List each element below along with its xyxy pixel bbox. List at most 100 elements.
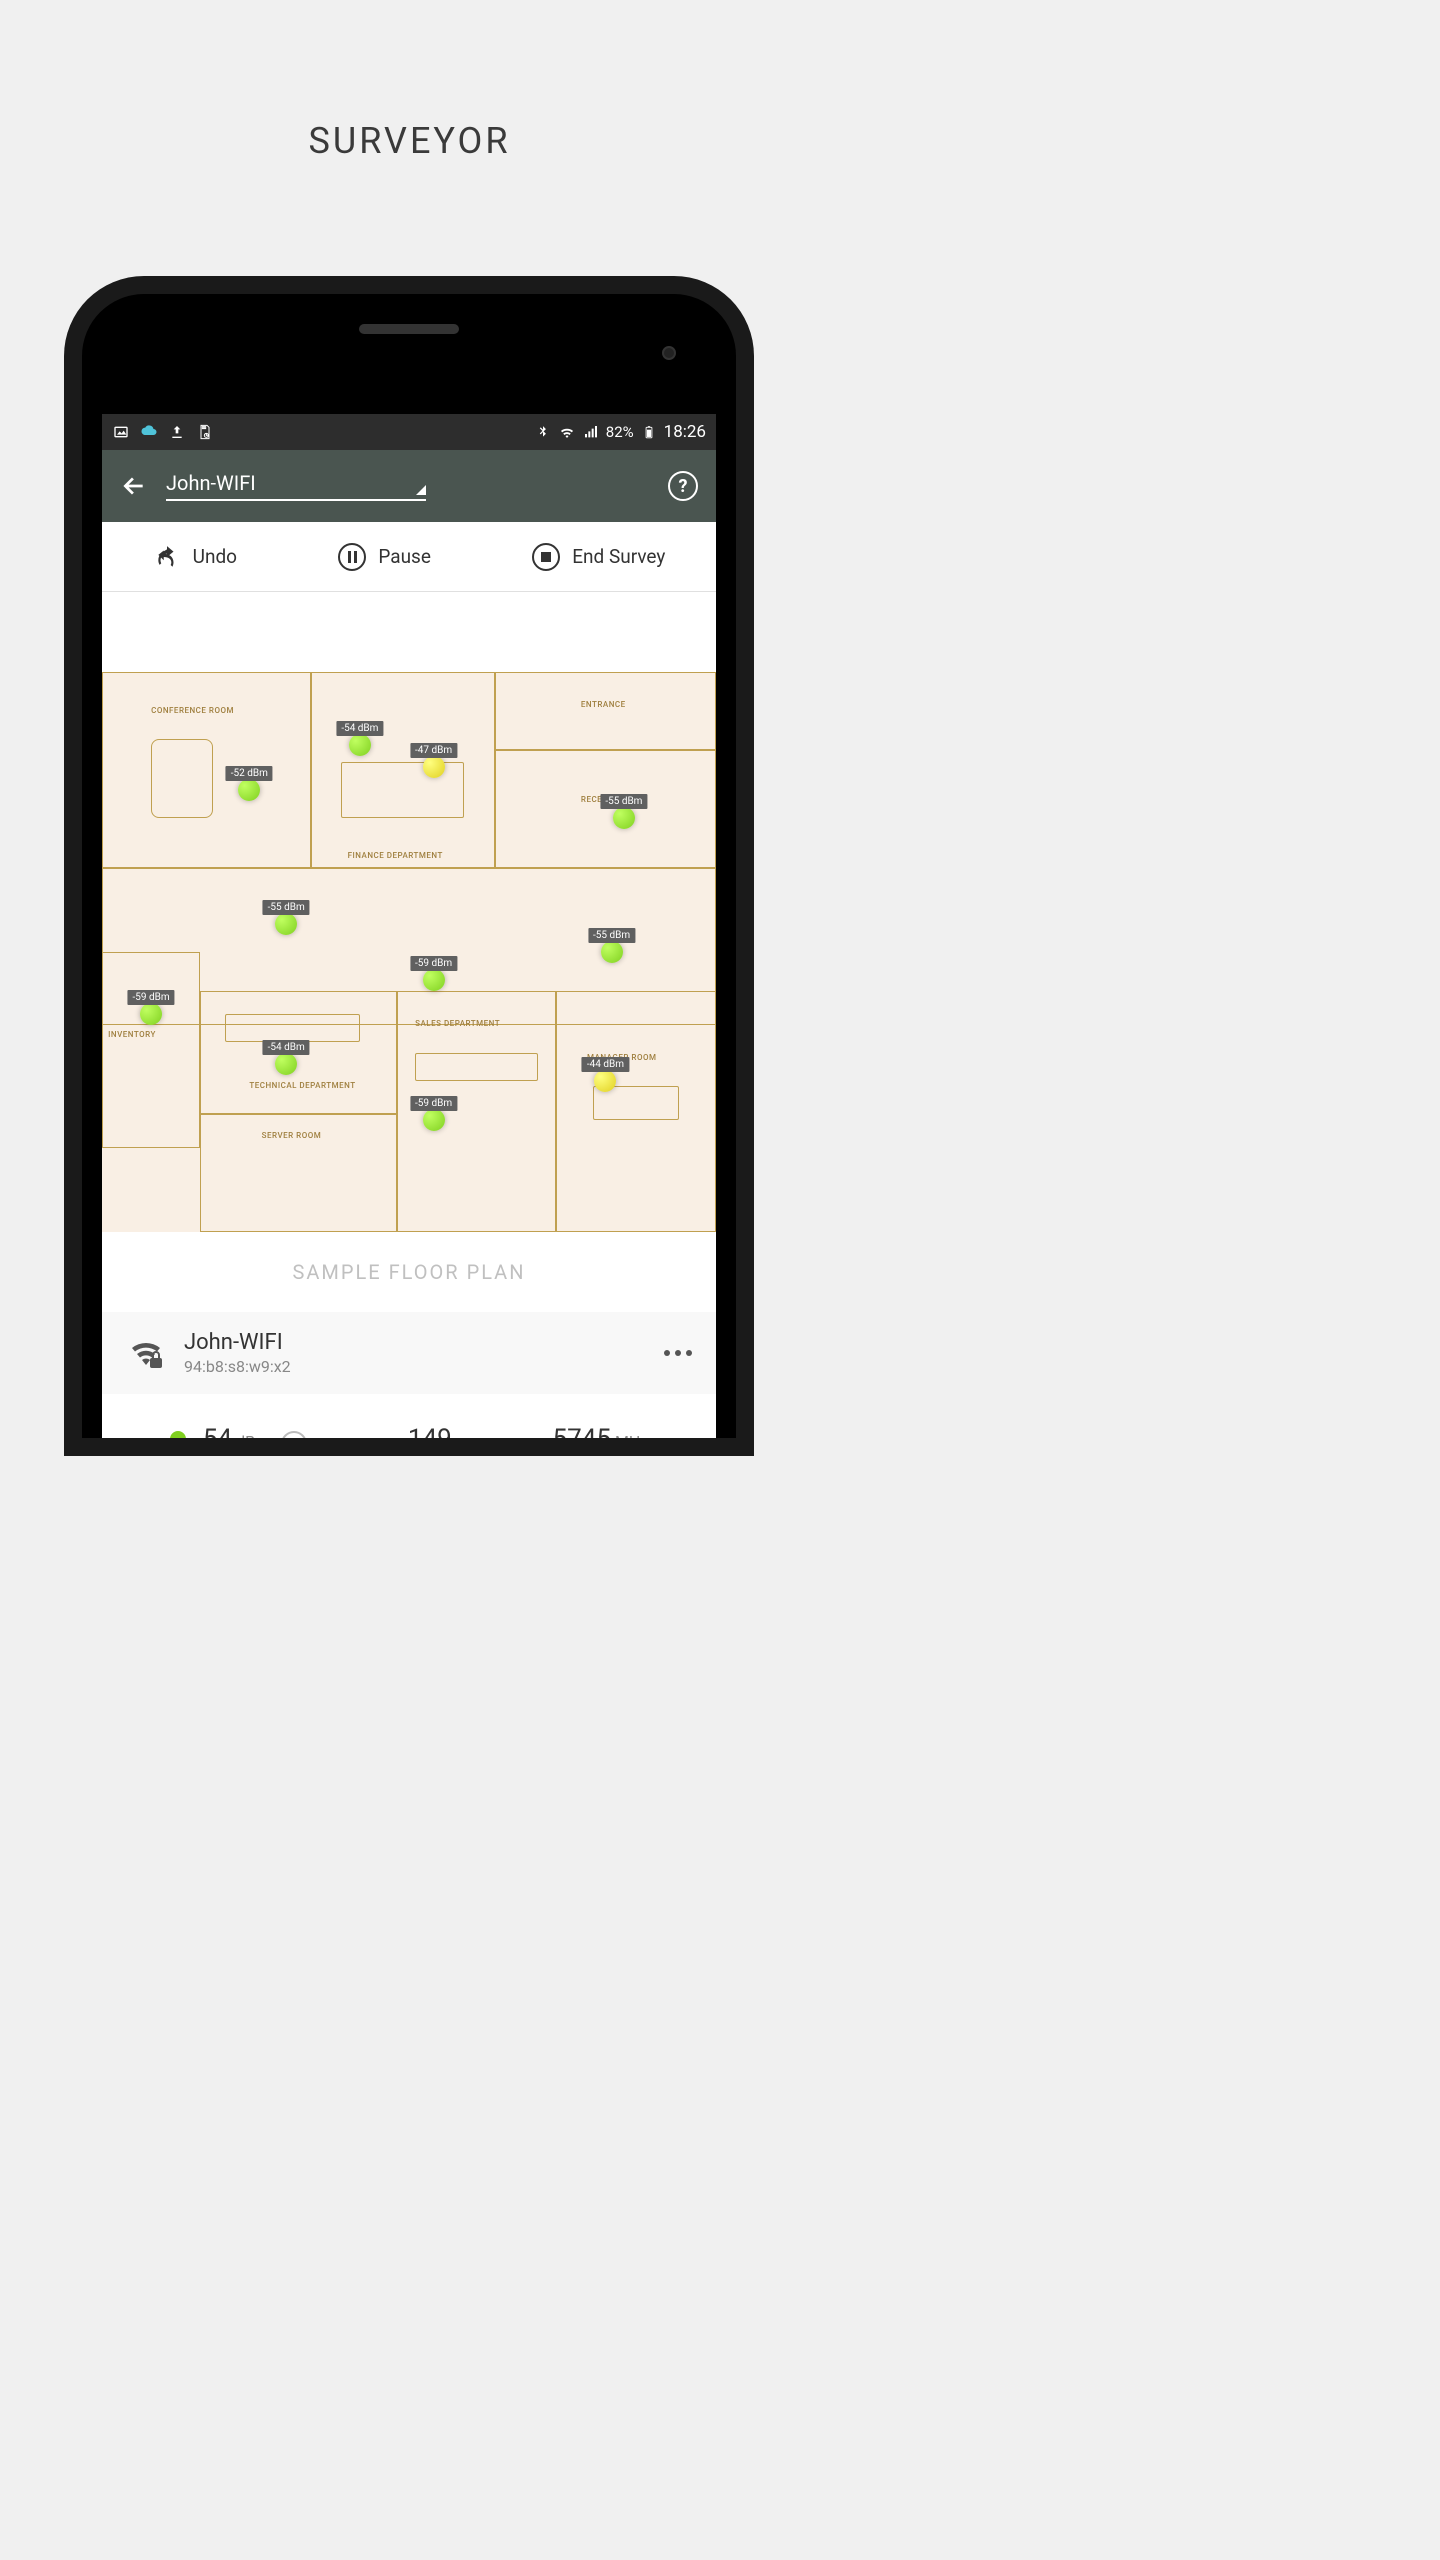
floorplan-caption: SAMPLE FLOOR PLAN — [102, 1232, 716, 1312]
survey-pin[interactable]: -59 dBm — [423, 969, 445, 991]
floorplan-canvas[interactable]: CONFERENCE ROOM FINANCE DEPARTMENT ENTRA… — [102, 672, 716, 1232]
selected-wifi-name: John-WIFI — [166, 471, 256, 495]
undo-icon — [153, 543, 181, 571]
network-mac: 94:b8:s8:w9:x2 — [184, 1357, 646, 1376]
survey-pin[interactable]: -47 dBm — [423, 756, 445, 778]
channel-value: 149 — [408, 1424, 452, 1438]
survey-pin[interactable]: -52 dBm — [238, 779, 260, 801]
status-bar: 82% 18:26 — [102, 414, 716, 450]
survey-pin[interactable]: -55 dBm — [601, 941, 623, 963]
info-icon[interactable]: i — [281, 1431, 307, 1438]
back-button[interactable] — [120, 472, 148, 500]
network-info: John-WIFI 94:b8:s8:w9:x2 — [184, 1330, 646, 1376]
pin-label: -59 dBm — [410, 1096, 457, 1111]
furniture-desk — [341, 762, 464, 818]
signal-value: -54 — [196, 1424, 232, 1438]
pin-label: -55 dBm — [263, 900, 310, 915]
pin-dot-icon — [349, 734, 371, 756]
metric-signal-level: -54 dBm i Signal Level — [170, 1424, 307, 1438]
survey-pin[interactable]: -55 dBm — [275, 913, 297, 935]
survey-pin[interactable]: -59 dBm — [423, 1109, 445, 1131]
pin-dot-icon — [238, 779, 260, 801]
bluetooth-icon — [534, 423, 552, 441]
clock-time: 18:26 — [664, 422, 706, 442]
wifi-lock-icon — [126, 1333, 166, 1373]
undo-button[interactable]: Undo — [153, 543, 237, 571]
label-inventory: INVENTORY — [108, 1030, 156, 1039]
app-screen: 82% 18:26 John-WIFI ? — [102, 414, 716, 1438]
pin-label: -59 dBm — [410, 956, 457, 971]
wifi-network-dropdown[interactable]: John-WIFI — [166, 471, 426, 501]
page-title: SURVEYOR — [0, 0, 819, 162]
floorplan: CONFERENCE ROOM FINANCE DEPARTMENT ENTRA… — [102, 672, 716, 1232]
furniture-desk — [225, 1014, 360, 1042]
metric-channel: 149 Channel — [403, 1424, 457, 1438]
dropdown-triangle-icon — [416, 485, 426, 495]
pin-dot-icon — [140, 1003, 162, 1025]
front-camera — [662, 346, 676, 360]
pause-button[interactable]: Pause — [338, 543, 431, 571]
pause-icon — [338, 543, 366, 571]
pin-dot-icon — [275, 913, 297, 935]
help-button[interactable]: ? — [668, 471, 698, 501]
more-options-button[interactable] — [664, 1350, 692, 1356]
wifi-status-icon — [558, 423, 576, 441]
undo-label: Undo — [193, 545, 237, 568]
label-server: SERVER ROOM — [262, 1131, 322, 1140]
label-finance: FINANCE DEPARTMENT — [348, 851, 443, 860]
furniture-desk — [415, 1053, 538, 1081]
metric-frequency: 5745 MHz Frequency — [552, 1424, 648, 1438]
pin-dot-icon — [423, 969, 445, 991]
cell-signal-icon — [582, 423, 600, 441]
survey-pin[interactable]: -54 dBm — [275, 1053, 297, 1075]
pause-label: Pause — [378, 545, 431, 568]
pin-dot-icon — [601, 941, 623, 963]
pin-label: -47 dBm — [410, 743, 457, 758]
battery-percent: 82% — [606, 423, 634, 441]
phone-inner: 82% 18:26 John-WIFI ? — [82, 294, 736, 1438]
room-reception — [495, 750, 716, 868]
pin-dot-icon — [613, 807, 635, 829]
pin-label: -55 dBm — [588, 928, 635, 943]
label-technical: TECHNICAL DEPARTMENT — [249, 1081, 355, 1090]
upload-icon — [168, 423, 186, 441]
survey-pin[interactable]: -55 dBm — [613, 807, 635, 829]
label-entrance: ENTRANCE — [581, 700, 626, 709]
metrics-row: -54 dBm i Signal Level 149 Channel 5745 … — [102, 1394, 716, 1438]
pin-label: -59 dBm — [128, 990, 175, 1005]
picture-icon — [112, 423, 130, 441]
phone-frame: 82% 18:26 John-WIFI ? — [64, 276, 754, 1456]
pin-label: -54 dBm — [336, 721, 383, 736]
sd-card-icon — [196, 423, 214, 441]
frequency-unit: MHz — [615, 1432, 648, 1438]
survey-pin[interactable]: -59 dBm — [140, 1003, 162, 1025]
survey-pin[interactable]: -44 dBm — [594, 1070, 616, 1092]
pin-label: -54 dBm — [263, 1040, 310, 1055]
pin-label: -44 dBm — [582, 1057, 629, 1072]
end-survey-label: End Survey — [572, 545, 665, 568]
pin-label: -52 dBm — [226, 766, 273, 781]
battery-icon — [640, 423, 658, 441]
pin-dot-icon — [275, 1053, 297, 1075]
cloud-sync-icon — [140, 423, 158, 441]
label-conference: CONFERENCE ROOM — [151, 706, 234, 715]
network-card[interactable]: John-WIFI 94:b8:s8:w9:x2 — [102, 1312, 716, 1394]
room-inventory — [102, 952, 200, 1148]
pin-dot-icon — [594, 1070, 616, 1092]
survey-pin[interactable]: -54 dBm — [349, 734, 371, 756]
pin-dot-icon — [423, 756, 445, 778]
action-bar: Undo Pause End Survey — [102, 522, 716, 592]
stop-icon — [532, 543, 560, 571]
pin-label: -55 dBm — [600, 794, 647, 809]
frequency-value: 5745 — [552, 1424, 610, 1438]
signal-unit: dBm — [236, 1432, 269, 1438]
label-sales: SALES DEPARTMENT — [415, 1019, 500, 1028]
network-name: John-WIFI — [184, 1330, 646, 1355]
room-entrance — [495, 672, 716, 750]
app-header: John-WIFI ? — [102, 450, 716, 522]
signal-dot-icon — [170, 1431, 186, 1438]
furniture-table — [151, 739, 212, 817]
speaker-grille — [359, 324, 459, 334]
end-survey-button[interactable]: End Survey — [532, 543, 665, 571]
pin-dot-icon — [423, 1109, 445, 1131]
